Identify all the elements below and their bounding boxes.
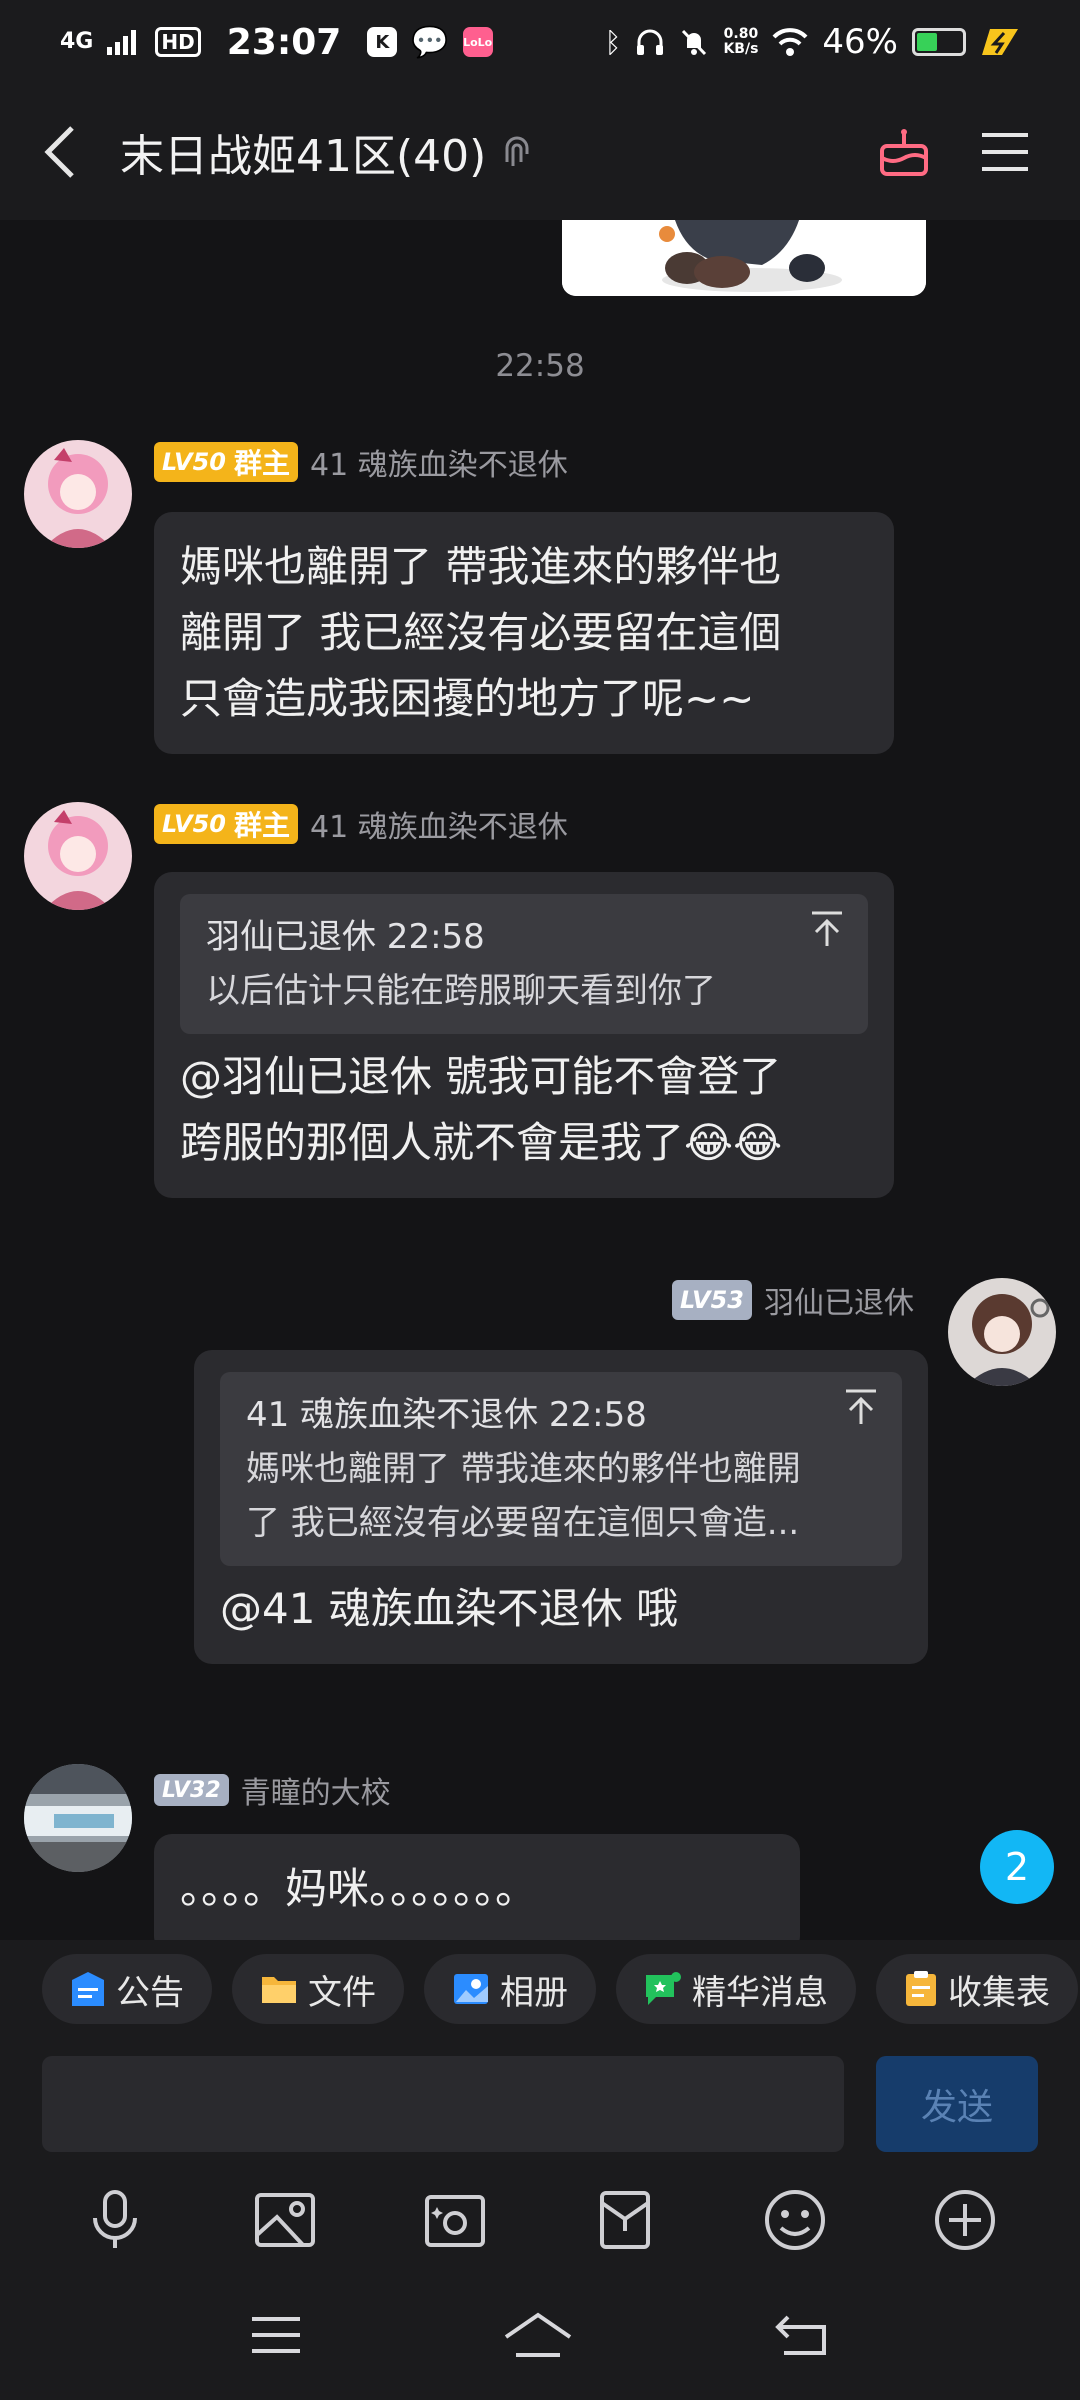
hd-icon: HD [155,27,201,57]
message-bubble[interactable]: 41 魂族血染不退休 22:58 媽咪也離開了 帶我進來的夥伴也離開 了 我已經… [194,1350,928,1664]
unread-count-badge[interactable]: 2 [980,1830,1054,1904]
avatar[interactable] [24,802,132,910]
sender-name[interactable]: 青瞳的大校 [241,1768,391,1812]
composer: 发送 [0,2038,1080,2170]
clipboard-icon [906,1971,936,2006]
announcement-icon [72,1972,104,2006]
wifi-icon [772,28,808,56]
clock: 23:07 [226,21,342,63]
avatar[interactable] [24,1764,132,1872]
jump-to-quote-icon[interactable] [810,910,844,950]
level-badge: LV53 [672,1280,752,1320]
bluetooth-icon: ᛒ [604,25,622,59]
avatar[interactable] [24,440,132,548]
microphone-icon [93,2190,137,2248]
k-app-icon: K [367,27,398,57]
menu-icon[interactable] [980,131,1030,173]
battery-icon [912,28,966,56]
emoji-icon [765,2190,825,2250]
album-icon [454,1974,488,2004]
home-icon[interactable] [502,2311,574,2359]
message-bubble[interactable]: 。。。。妈咪。。。。。。。 [154,1834,800,1940]
sender-info: LV32 青瞳的大校 [154,1768,391,1812]
group-title[interactable]: 末日战姬41区(40) [120,120,486,184]
chip-collection-form[interactable]: 收集表 [876,1954,1078,2024]
emoji-button[interactable] [755,2180,835,2260]
chip-announcement[interactable]: 公告 [42,1954,212,2024]
camera-icon [425,2195,485,2247]
quick-actions-bar: 公告 文件 相册 精华消息 收集表 [0,1940,1080,2038]
folder-icon [262,1977,296,2003]
sender-name[interactable]: 41 魂族血染不退休 [310,802,568,846]
message-list[interactable]: 22:58 LV50 群主 41 魂族血染不退休 媽咪也離開了 帶我進來的夥伴也 … [0,220,1080,1940]
network-type: 4G [60,29,94,54]
red-packet-icon [600,2191,650,2249]
status-bar: 4G HD 23:07 K 💬 LoLo ᛒ 0.80 KB/s 46% [0,0,1080,84]
sender-info: LV50 群主 41 魂族血染不退休 [154,440,568,484]
fingerprint-icon [505,136,529,166]
battery-percent: 46% [822,22,898,62]
voice-button[interactable] [75,2180,155,2260]
send-button[interactable]: 发送 [876,2056,1038,2152]
avatar[interactable] [948,1278,1056,1386]
chip-album[interactable]: 相册 [424,1954,596,2024]
camera-button[interactable] [415,2180,495,2260]
back-nav-icon[interactable] [774,2313,830,2357]
back-arrow-icon [44,126,74,178]
gift-cake-icon[interactable] [878,126,930,178]
sender-name[interactable]: 羽仙已退休 [764,1278,914,1322]
sender-info: LV50 群主 41 魂族血染不退休 [154,802,568,846]
plus-circle-icon [935,2190,995,2250]
message-bubble[interactable]: 媽咪也離開了 帶我進來的夥伴也 離開了 我已經沒有必要留在這個 只會造成我困擾的… [154,512,894,754]
charging-icon [982,29,1018,55]
composer-tools [0,2170,1080,2270]
lofter-icon: LoLo [462,27,493,57]
chat-header: 末日战姬41区(40) [0,84,1080,220]
level-badge: LV50 群主 [154,442,298,482]
message-bubble[interactable]: 羽仙已退休 22:58 以后估计只能在跨服聊天看到你了 @羽仙已退休 號我可能不… [154,872,894,1198]
mute-bell-icon [682,29,707,56]
chip-files[interactable]: 文件 [232,1954,404,2024]
sender-name[interactable]: 41 魂族血染不退休 [310,440,568,484]
chip-essence[interactable]: 精华消息 [616,1954,856,2024]
more-button[interactable] [925,2180,1005,2260]
system-nav-bar [0,2270,1080,2400]
gallery-button[interactable] [245,2180,325,2260]
signal-icon [107,30,137,55]
headphones-icon [637,29,664,55]
net-speed: 0.80 KB/s [723,26,759,57]
level-badge: LV50 群主 [154,804,298,844]
back-button[interactable] [0,84,120,220]
jump-to-quote-icon[interactable] [844,1388,878,1428]
wechat-icon: 💬 [411,24,449,60]
chat-timestamp: 22:58 [495,348,585,384]
image-message[interactable] [562,220,926,296]
essence-icon [646,1972,681,2005]
level-badge: LV32 [154,1774,229,1806]
quoted-message[interactable]: 羽仙已退休 22:58 以后估计只能在跨服聊天看到你了 [180,894,868,1034]
red-packet-button[interactable] [585,2180,665,2260]
sender-info: LV53 羽仙已退休 [672,1278,914,1322]
sticker-image [562,220,926,296]
recent-apps-icon[interactable] [250,2315,302,2355]
image-icon [255,2193,315,2247]
quoted-message[interactable]: 41 魂族血染不退休 22:58 媽咪也離開了 帶我進來的夥伴也離開 了 我已經… [220,1372,902,1566]
message-input[interactable] [42,2056,844,2152]
